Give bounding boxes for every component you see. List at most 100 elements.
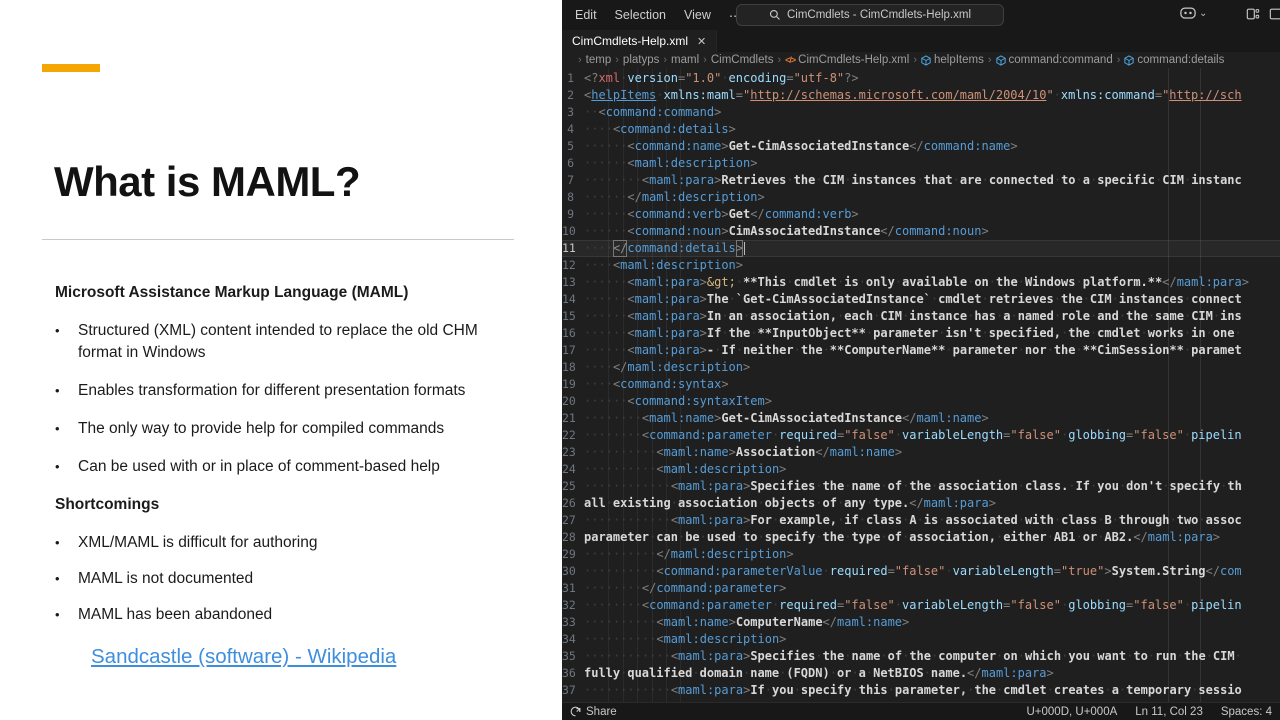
- wikipedia-link[interactable]: Sandcastle (software) - Wikipedia: [91, 646, 396, 668]
- customize-layout-icon[interactable]: [1246, 7, 1260, 21]
- code-line[interactable]: 13······<maml:para>&gt;·**This·cmdlet·is…: [562, 274, 1280, 291]
- code-line[interactable]: 18····</maml:description>: [562, 359, 1280, 376]
- code-line[interactable]: 19····<command:syntax>: [562, 376, 1280, 393]
- code-line[interactable]: 4····<command:details>: [562, 121, 1280, 138]
- code-line[interactable]: 27············<maml:para>For·example,·if…: [562, 512, 1280, 529]
- code-line[interactable]: 10······<command:noun>CimAssociatedInsta…: [562, 223, 1280, 240]
- line-number: 20: [562, 393, 584, 410]
- code-line[interactable]: 20······<command:syntaxItem>: [562, 393, 1280, 410]
- bullet-text: Can be used with or in place of comment-…: [78, 456, 440, 478]
- statusbar-share[interactable]: Share: [586, 706, 617, 718]
- code-line[interactable]: 30··········<command:parameterValue·requ…: [562, 563, 1280, 580]
- code-line[interactable]: 15······<maml:para>In·an·association,·ea…: [562, 308, 1280, 325]
- code-line[interactable]: 31········</command:parameter>: [562, 580, 1280, 597]
- bullet-item: • MAML is not documented: [55, 568, 523, 590]
- code-line[interactable]: 17······<maml:para>-·If·neither·the·**Co…: [562, 342, 1280, 359]
- code-line[interactable]: 26all·existing·association·objects·of·an…: [562, 495, 1280, 512]
- bullet-glyph: •: [55, 380, 78, 402]
- code-line[interactable]: 9······<command:verb>Get</command:verb>: [562, 206, 1280, 223]
- line-number: 27: [562, 512, 584, 529]
- editor[interactable]: 1<?xml·version="1.0"·encoding="utf-8"?>2…: [562, 68, 1280, 702]
- code-line[interactable]: 14······<maml:para>The·`Get-CimAssociate…: [562, 291, 1280, 308]
- code-line[interactable]: 25············<maml:para>Specifies·the·n…: [562, 478, 1280, 495]
- line-number: 35: [562, 648, 584, 665]
- bullet-item: • The only way to provide help for compi…: [55, 418, 523, 440]
- menu-selection[interactable]: Selection: [606, 8, 675, 23]
- code-line[interactable]: 6······<maml:description>: [562, 155, 1280, 172]
- code-line[interactable]: 7········<maml:para>Retrieves·the·CIM·in…: [562, 172, 1280, 189]
- line-number: 37: [562, 682, 584, 699]
- code-line[interactable]: 5······<command:name>Get-CimAssociatedIn…: [562, 138, 1280, 155]
- command-center-search[interactable]: CimCmdlets - CimCmdlets-Help.xml: [736, 4, 1004, 26]
- close-icon[interactable]: ✕: [697, 35, 706, 48]
- breadcrumb-item-temp[interactable]: temp: [585, 54, 613, 66]
- code-line[interactable]: 24··········<maml:description>: [562, 461, 1280, 478]
- breadcrumb-chevron-icon: ›: [615, 54, 619, 66]
- line-number: 36: [562, 665, 584, 682]
- breadcrumb-item-file[interactable]: </> CimCmdlets-Help.xml: [784, 54, 910, 66]
- line-number: 3: [562, 104, 584, 121]
- slide-section-heading: Shortcomings: [55, 494, 523, 516]
- breadcrumb-chevron-icon: ›: [1117, 54, 1121, 66]
- code-line[interactable]: 28parameter·can·be·used·to·specify·the·t…: [562, 529, 1280, 546]
- code-line[interactable]: 22········<command:parameter·required="f…: [562, 427, 1280, 444]
- editor-lines: 1<?xml·version="1.0"·encoding="utf-8"?>2…: [562, 70, 1280, 699]
- chevron-down-icon: ⌄: [1199, 8, 1207, 19]
- code-line[interactable]: 11····</command:details>: [562, 240, 1280, 257]
- share-icon: [570, 706, 581, 717]
- bullet-glyph: •: [55, 418, 78, 440]
- copilot-menu[interactable]: ⌄: [1180, 7, 1207, 20]
- line-number: 25: [562, 478, 584, 495]
- breadcrumb-item-platyps[interactable]: platyps: [622, 54, 660, 66]
- code-line[interactable]: 2<helpItems·xmlns:maml="http://schemas.m…: [562, 87, 1280, 104]
- line-number: 33: [562, 614, 584, 631]
- code-line[interactable]: 37············<maml:para>If·you·specify·…: [562, 682, 1280, 699]
- breadcrumb-item-helpitems[interactable]: helpItems: [920, 54, 985, 66]
- line-number: 1: [562, 70, 584, 87]
- code-line[interactable]: 35············<maml:para>Specifies·the·n…: [562, 648, 1280, 665]
- code-line[interactable]: 34··········<maml:description>: [562, 631, 1280, 648]
- slide-section-heading: Microsoft Assistance Markup Language (MA…: [55, 282, 523, 304]
- menu-view[interactable]: View: [675, 8, 720, 23]
- breadcrumb-item-command-command[interactable]: command:command: [995, 54, 1114, 66]
- line-number: 23: [562, 444, 584, 461]
- code-line[interactable]: 32········<command:parameter·required="f…: [562, 597, 1280, 614]
- line-number: 30: [562, 563, 584, 580]
- code-line[interactable]: 8······</maml:description>: [562, 189, 1280, 206]
- code-line[interactable]: 12····<maml:description>: [562, 257, 1280, 274]
- panel-toggle-icon[interactable]: [1269, 7, 1280, 21]
- bullet-glyph: •: [55, 320, 78, 364]
- code-line[interactable]: 33··········<maml:name>ComputerName</mam…: [562, 614, 1280, 631]
- breadcrumb-item-command-details[interactable]: command:details: [1123, 54, 1225, 66]
- line-number: 31: [562, 580, 584, 597]
- code-line[interactable]: 36fully·qualified·domain·name·(FQDN)·or·…: [562, 665, 1280, 682]
- line-number: 12: [562, 257, 584, 274]
- code-line[interactable]: 29··········</maml:description>: [562, 546, 1280, 563]
- statusbar-cursor-position[interactable]: Ln 11, Col 23: [1135, 706, 1203, 718]
- breadcrumb-symbol-label: command:command: [1009, 54, 1113, 66]
- bullet-text: Enables transformation for different pre…: [78, 380, 465, 402]
- breadcrumb-chevron-icon: ›: [988, 54, 992, 66]
- menu-edit[interactable]: Edit: [566, 8, 606, 23]
- breadcrumb-item-cimcmdlets[interactable]: CimCmdlets: [710, 54, 775, 66]
- line-number: 28: [562, 529, 584, 546]
- line-number: 22: [562, 427, 584, 444]
- code-line[interactable]: 16······<maml:para>If·the·**InputObject*…: [562, 325, 1280, 342]
- line-number: 29: [562, 546, 584, 563]
- line-number: 4: [562, 121, 584, 138]
- statusbar-indentation[interactable]: Spaces: 4: [1221, 706, 1272, 718]
- breadcrumb-chevron-icon: ›: [703, 54, 707, 66]
- slide-divider: [42, 239, 514, 240]
- search-value: CimCmdlets - CimCmdlets-Help.xml: [787, 9, 971, 21]
- line-number: 2: [562, 87, 584, 104]
- tab-cimcmdlets-help[interactable]: CimCmdlets-Help.xml ✕: [562, 30, 717, 52]
- code-line[interactable]: 23··········<maml:name>Association</maml…: [562, 444, 1280, 461]
- code-line[interactable]: 21········<maml:name>Get-CimAssociatedIn…: [562, 410, 1280, 427]
- line-number: 24: [562, 461, 584, 478]
- bullet-glyph: •: [55, 568, 78, 590]
- breadcrumb-item-maml[interactable]: maml: [670, 54, 700, 66]
- code-line[interactable]: 1<?xml·version="1.0"·encoding="utf-8"?>: [562, 70, 1280, 87]
- statusbar-eol-encoding[interactable]: U+000D, U+000A: [1026, 706, 1117, 718]
- code-line[interactable]: 3··<command:command>: [562, 104, 1280, 121]
- bullet-glyph: •: [55, 532, 78, 554]
